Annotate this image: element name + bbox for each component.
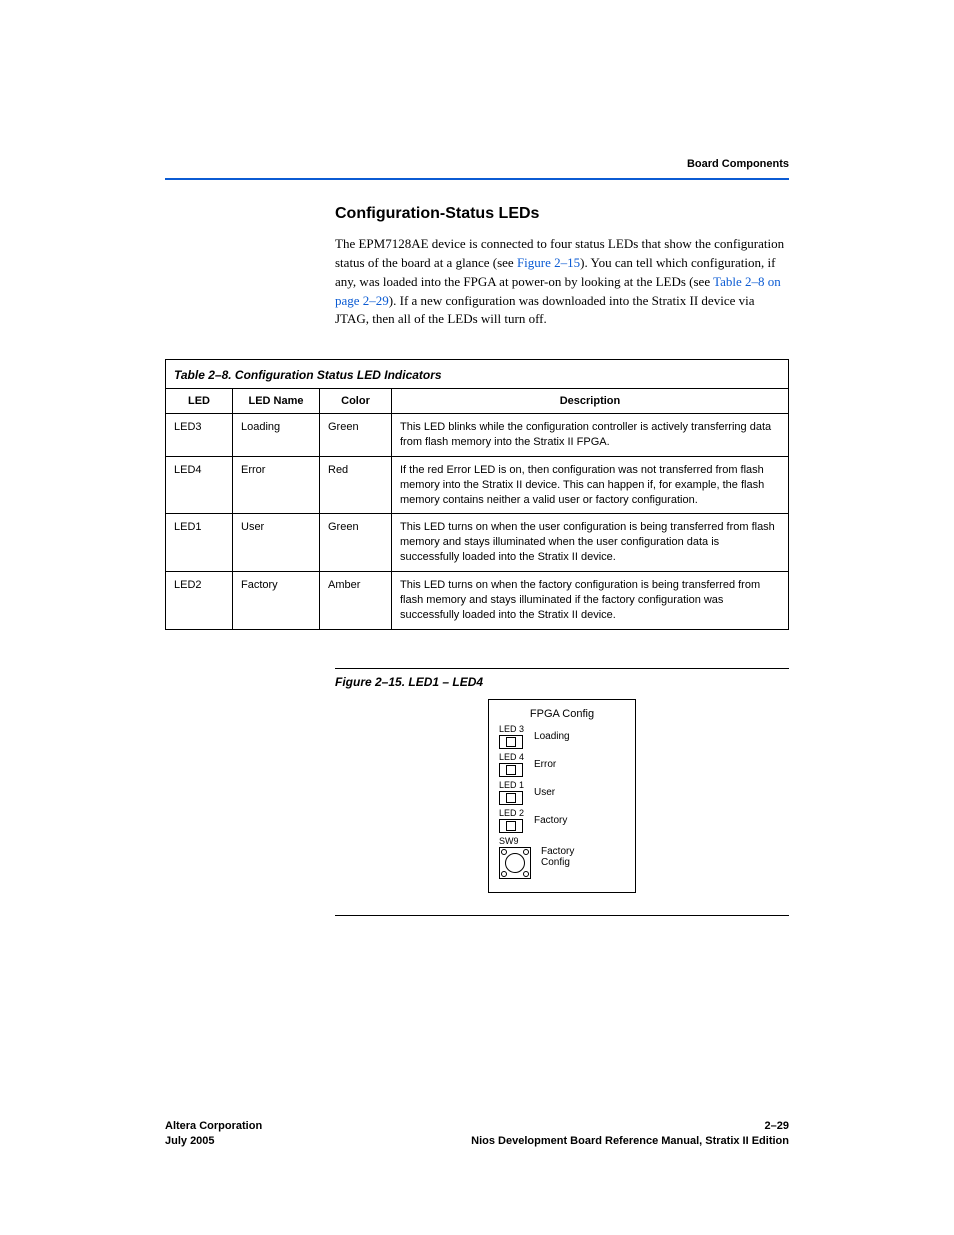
section-title: Configuration-Status LEDs — [335, 205, 789, 223]
table-row: LED4 Error Red If the red Error LED is o… — [166, 456, 788, 514]
led-icon — [499, 763, 523, 777]
cell-desc: This LED blinks while the configuration … — [392, 414, 789, 457]
sw-label-2: Config — [541, 857, 570, 868]
cell-desc: This LED turns on when the factory confi… — [392, 571, 789, 628]
led-tag: LED 1 — [499, 780, 524, 790]
intro-paragraph: The EPM7128AE device is connected to fou… — [335, 235, 789, 329]
cell-color: Green — [320, 414, 392, 457]
th-name: LED Name — [233, 389, 320, 414]
th-led: LED — [166, 389, 233, 414]
led-icon — [499, 819, 523, 833]
led-tag: LED 2 — [499, 808, 524, 818]
led-diagram: FPGA Config LED 3 Loading LED 4 Error — [488, 699, 636, 893]
led-tag: LED 4 — [499, 752, 524, 762]
intro-text-3: ). If a new configuration was downloaded… — [335, 293, 755, 327]
footer-corp: Altera Corporation — [165, 1120, 262, 1132]
table-row: LED3 Loading Green This LED blinks while… — [166, 414, 788, 457]
cell-led: LED3 — [166, 414, 233, 457]
led-icon — [499, 735, 523, 749]
table-row: LED1 User Green This LED turns on when t… — [166, 514, 788, 572]
cell-led: LED4 — [166, 456, 233, 514]
switch-icon — [499, 847, 531, 879]
figure-caption: Figure 2–15. LED1 – LED4 — [335, 675, 789, 689]
table-wrapper: Table 2–8. Configuration Status LED Indi… — [165, 359, 789, 629]
cell-led: LED2 — [166, 571, 233, 628]
cell-color: Red — [320, 456, 392, 514]
table-caption: Table 2–8. Configuration Status LED Indi… — [166, 360, 788, 388]
footer-date: July 2005 — [165, 1135, 215, 1147]
led-label: User — [534, 787, 555, 798]
table-row: LED2 Factory Amber This LED turns on whe… — [166, 571, 788, 628]
status-led-table: LED LED Name Color Description LED3 Load… — [166, 388, 788, 628]
cell-name: Loading — [233, 414, 320, 457]
th-color: Color — [320, 389, 392, 414]
th-desc: Description — [392, 389, 789, 414]
cell-color: Amber — [320, 571, 392, 628]
cell-name: Factory — [233, 571, 320, 628]
cell-color: Green — [320, 514, 392, 572]
sw-label-1: Factory — [541, 846, 574, 857]
footer-doc: Nios Development Board Reference Manual,… — [471, 1135, 789, 1147]
footer-page: 2–29 — [765, 1120, 789, 1132]
cell-name: Error — [233, 456, 320, 514]
figure-rule-top — [335, 668, 789, 669]
led-label: Loading — [534, 731, 570, 742]
header-rule — [165, 178, 789, 180]
led-tag: LED 3 — [499, 724, 524, 734]
running-head: Board Components — [165, 158, 789, 170]
led-icon — [499, 791, 523, 805]
page-footer: Altera Corporation July 2005 2–29 Nios D… — [165, 1119, 789, 1149]
sw-label: Factory Config — [541, 846, 574, 868]
cell-desc: This LED turns on when the user configur… — [392, 514, 789, 572]
cell-name: User — [233, 514, 320, 572]
figure-link[interactable]: Figure 2–15 — [517, 255, 580, 270]
led-label: Factory — [534, 815, 567, 826]
figure-rule-bottom — [335, 915, 789, 916]
cell-led: LED1 — [166, 514, 233, 572]
cell-desc: If the red Error LED is on, then configu… — [392, 456, 789, 514]
diagram-title: FPGA Config — [499, 708, 625, 720]
sw-tag: SW9 — [499, 836, 519, 846]
led-label: Error — [534, 759, 556, 770]
